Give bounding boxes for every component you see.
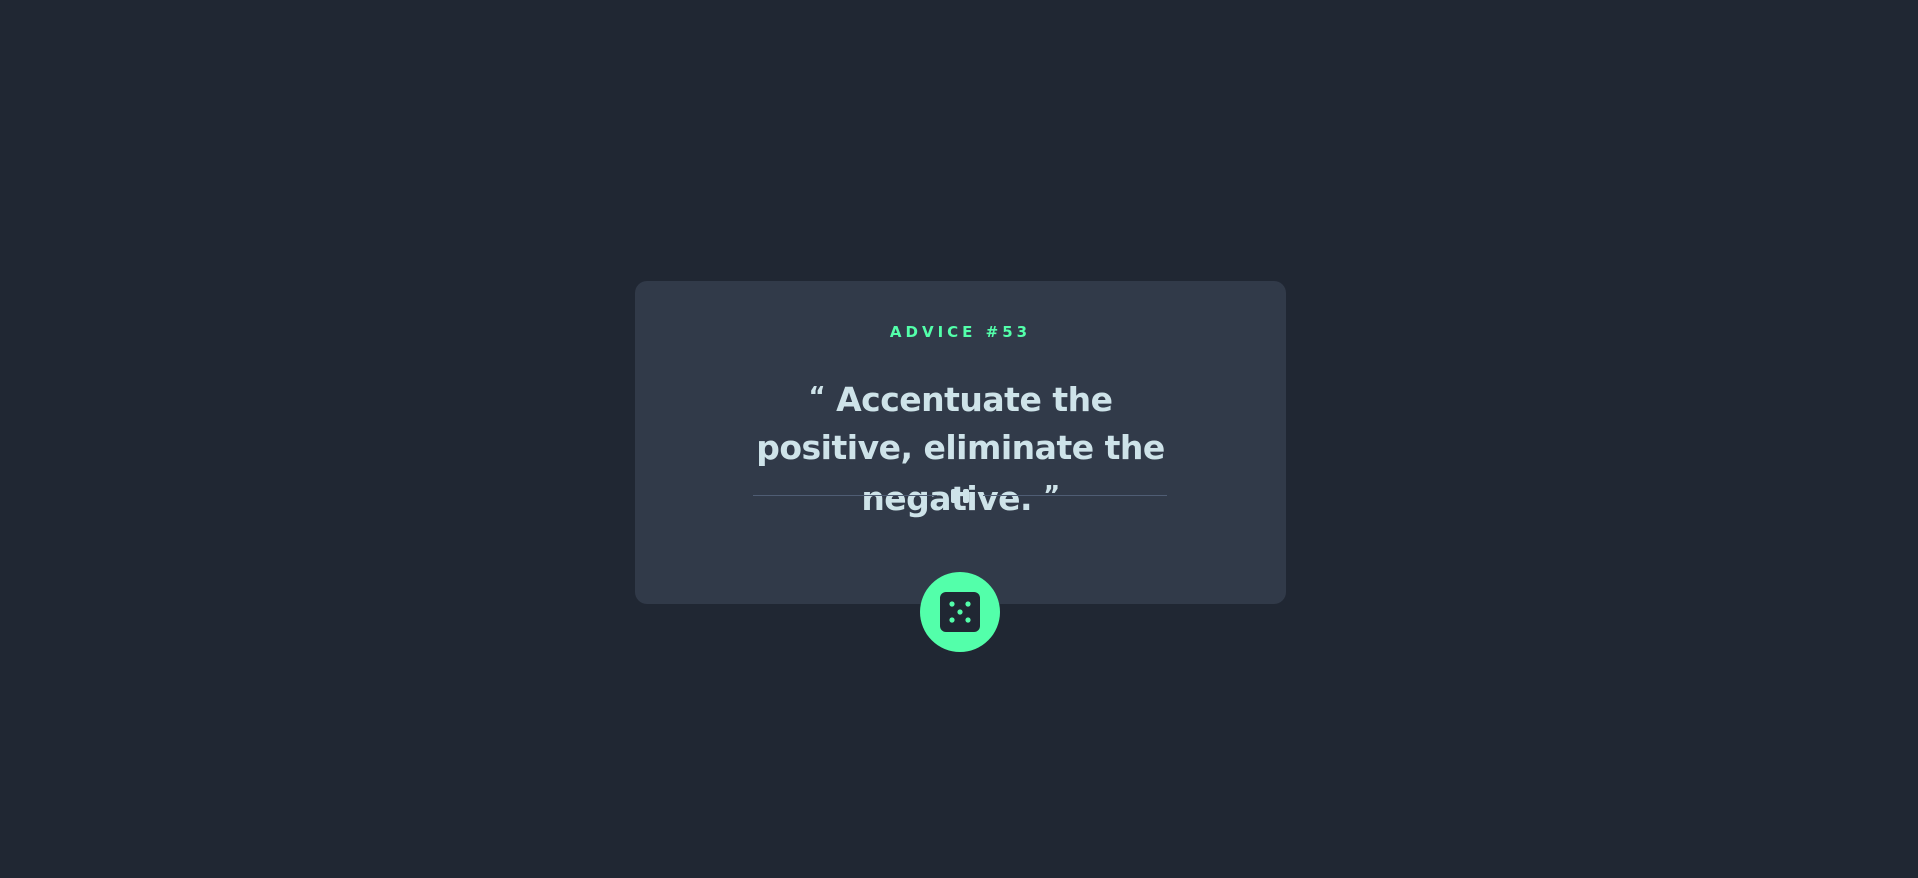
divider-line-right [983, 495, 1167, 496]
new-advice-button[interactable] [920, 572, 1000, 652]
advice-number-label: ADVICE #53 [889, 323, 1032, 341]
pause-icon [949, 489, 971, 503]
pattern-divider [753, 489, 1167, 503]
divider-line-left [753, 495, 937, 496]
dice-icon [940, 592, 980, 632]
open-quote-mark: “ [808, 382, 826, 412]
advice-card: ADVICE #53 “ Accentuate the positive, el… [635, 281, 1286, 604]
